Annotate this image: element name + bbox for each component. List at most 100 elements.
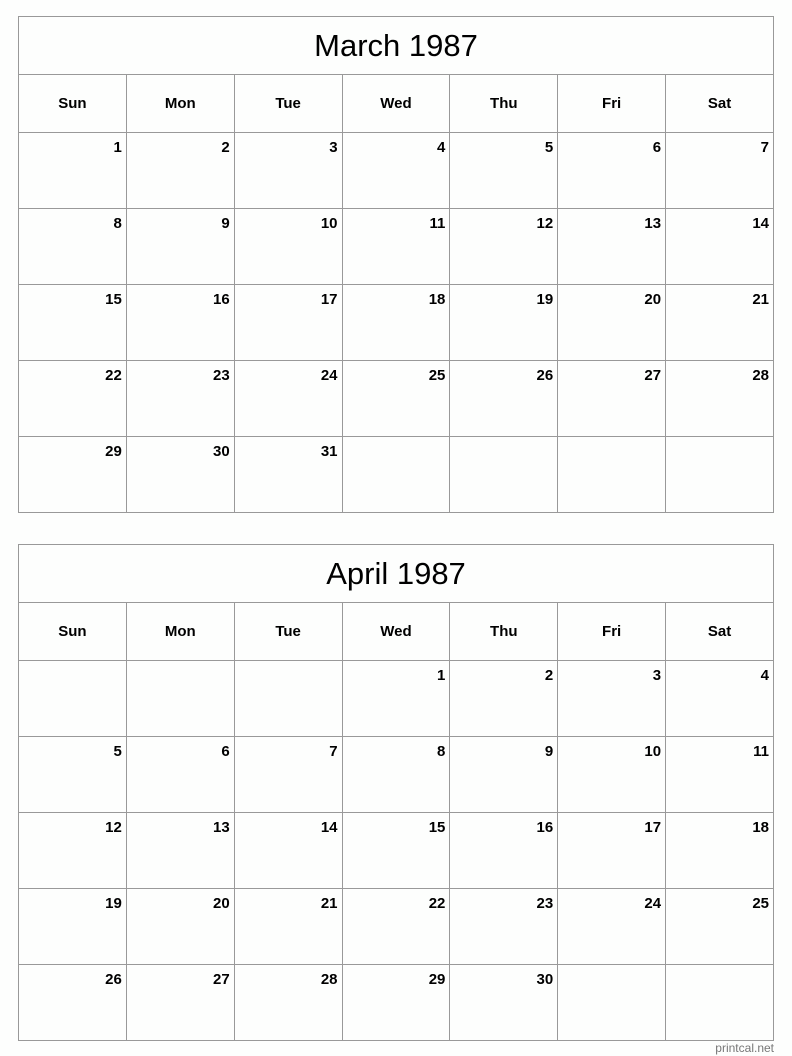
day-cell: 21 [665,284,774,361]
day-number: 13 [644,215,662,232]
day-number: 27 [644,367,662,384]
day-number: 10 [644,743,662,760]
day-cell: 17 [557,812,667,889]
day-number [343,437,450,443]
day-number: 8 [437,743,446,760]
day-cell: 5 [18,736,127,813]
day-cell: 5 [449,132,559,209]
day-number [666,437,773,443]
day-cell: 6 [125,736,235,813]
day-cell: 23 [449,888,559,965]
day-number: 24 [644,895,662,912]
day-number: 1 [113,139,122,156]
day-cell: 22 [18,360,127,437]
week-row: 12 13 14 15 16 17 18 [18,812,774,889]
day-cell: 17 [233,284,343,361]
day-cell [449,436,559,513]
week-row: 1 2 3 4 [18,660,774,737]
day-number: 3 [329,139,338,156]
day-number: 17 [644,819,662,836]
day-cell: 11 [341,208,451,285]
day-cell: 10 [557,736,667,813]
day-number: 26 [105,971,122,988]
day-cell: 19 [18,888,127,965]
day-cell: 28 [665,360,774,437]
day-cell [125,660,235,737]
day-number [19,661,126,667]
day-number: 15 [428,819,446,836]
day-cell: 13 [557,208,667,285]
day-number [450,437,557,443]
day-cell: 26 [449,360,559,437]
day-number: 14 [752,215,769,232]
week-row: 22 23 24 25 26 27 28 [18,360,774,437]
day-number: 12 [536,215,554,232]
day-number: 11 [753,743,769,760]
week-row: 1 2 3 4 5 6 7 [18,132,774,209]
day-number: 19 [536,291,554,308]
day-cell: 1 [341,660,451,737]
day-cell [18,660,127,737]
day-cell: 1 [18,132,127,209]
weekday-header: Thu [449,602,559,661]
day-number: 5 [544,139,554,156]
day-cell: 10 [233,208,343,285]
footer-credit: printcal.net [715,1041,774,1055]
week-row: 29 30 31 [18,436,774,513]
day-number: 23 [213,367,230,384]
day-number: 7 [329,743,338,760]
day-cell: 12 [18,812,127,889]
day-cell: 16 [125,284,235,361]
day-number: 9 [221,215,230,232]
day-number: 15 [105,291,122,308]
day-number: 20 [213,895,230,912]
day-cell: 22 [341,888,451,965]
day-cell [341,436,451,513]
day-cell: 24 [233,360,343,437]
weekday-header: Tue [233,602,343,661]
day-number: 30 [536,971,554,988]
day-cell: 30 [125,436,235,513]
day-cell: 6 [557,132,667,209]
day-cell [557,964,667,1041]
day-number: 16 [536,819,554,836]
day-number [558,437,665,443]
day-cell: 2 [125,132,235,209]
day-number: 7 [760,139,769,156]
day-number: 9 [544,743,554,760]
day-number: 22 [428,895,446,912]
weekday-header: Mon [125,602,235,661]
day-cell [233,660,343,737]
day-number: 4 [437,139,446,156]
day-cell: 8 [341,736,451,813]
day-number: 16 [213,291,230,308]
day-number: 18 [752,819,769,836]
day-cell: 7 [665,132,774,209]
day-cell: 21 [233,888,343,965]
weekday-header: Fri [557,602,667,661]
day-number: 19 [105,895,122,912]
day-number: 20 [644,291,662,308]
day-cell: 4 [665,660,774,737]
calendar-march: March 1987 Sun Mon Tue Wed Thu Fri Sat 1 2 3 4 5 6 7 8 9… [18,16,774,513]
day-cell: 2 [449,660,559,737]
week-row: 19 20 21 22 23 24 25 [18,888,774,965]
day-number: 6 [221,743,230,760]
day-cell: 27 [557,360,667,437]
day-cell: 8 [18,208,127,285]
day-cell: 28 [233,964,343,1041]
day-cell: 25 [341,360,451,437]
day-number: 21 [752,291,769,308]
day-number: 29 [428,971,446,988]
day-cell: 19 [449,284,559,361]
day-cell [665,436,774,513]
day-number: 2 [544,667,554,684]
day-number: 26 [536,367,554,384]
weekday-header: Sat [665,74,774,133]
day-cell: 4 [341,132,451,209]
day-cell: 15 [18,284,127,361]
weekday-header: Mon [125,74,235,133]
day-cell: 7 [233,736,343,813]
weekday-header: Wed [341,74,451,133]
day-cell: 18 [341,284,451,361]
